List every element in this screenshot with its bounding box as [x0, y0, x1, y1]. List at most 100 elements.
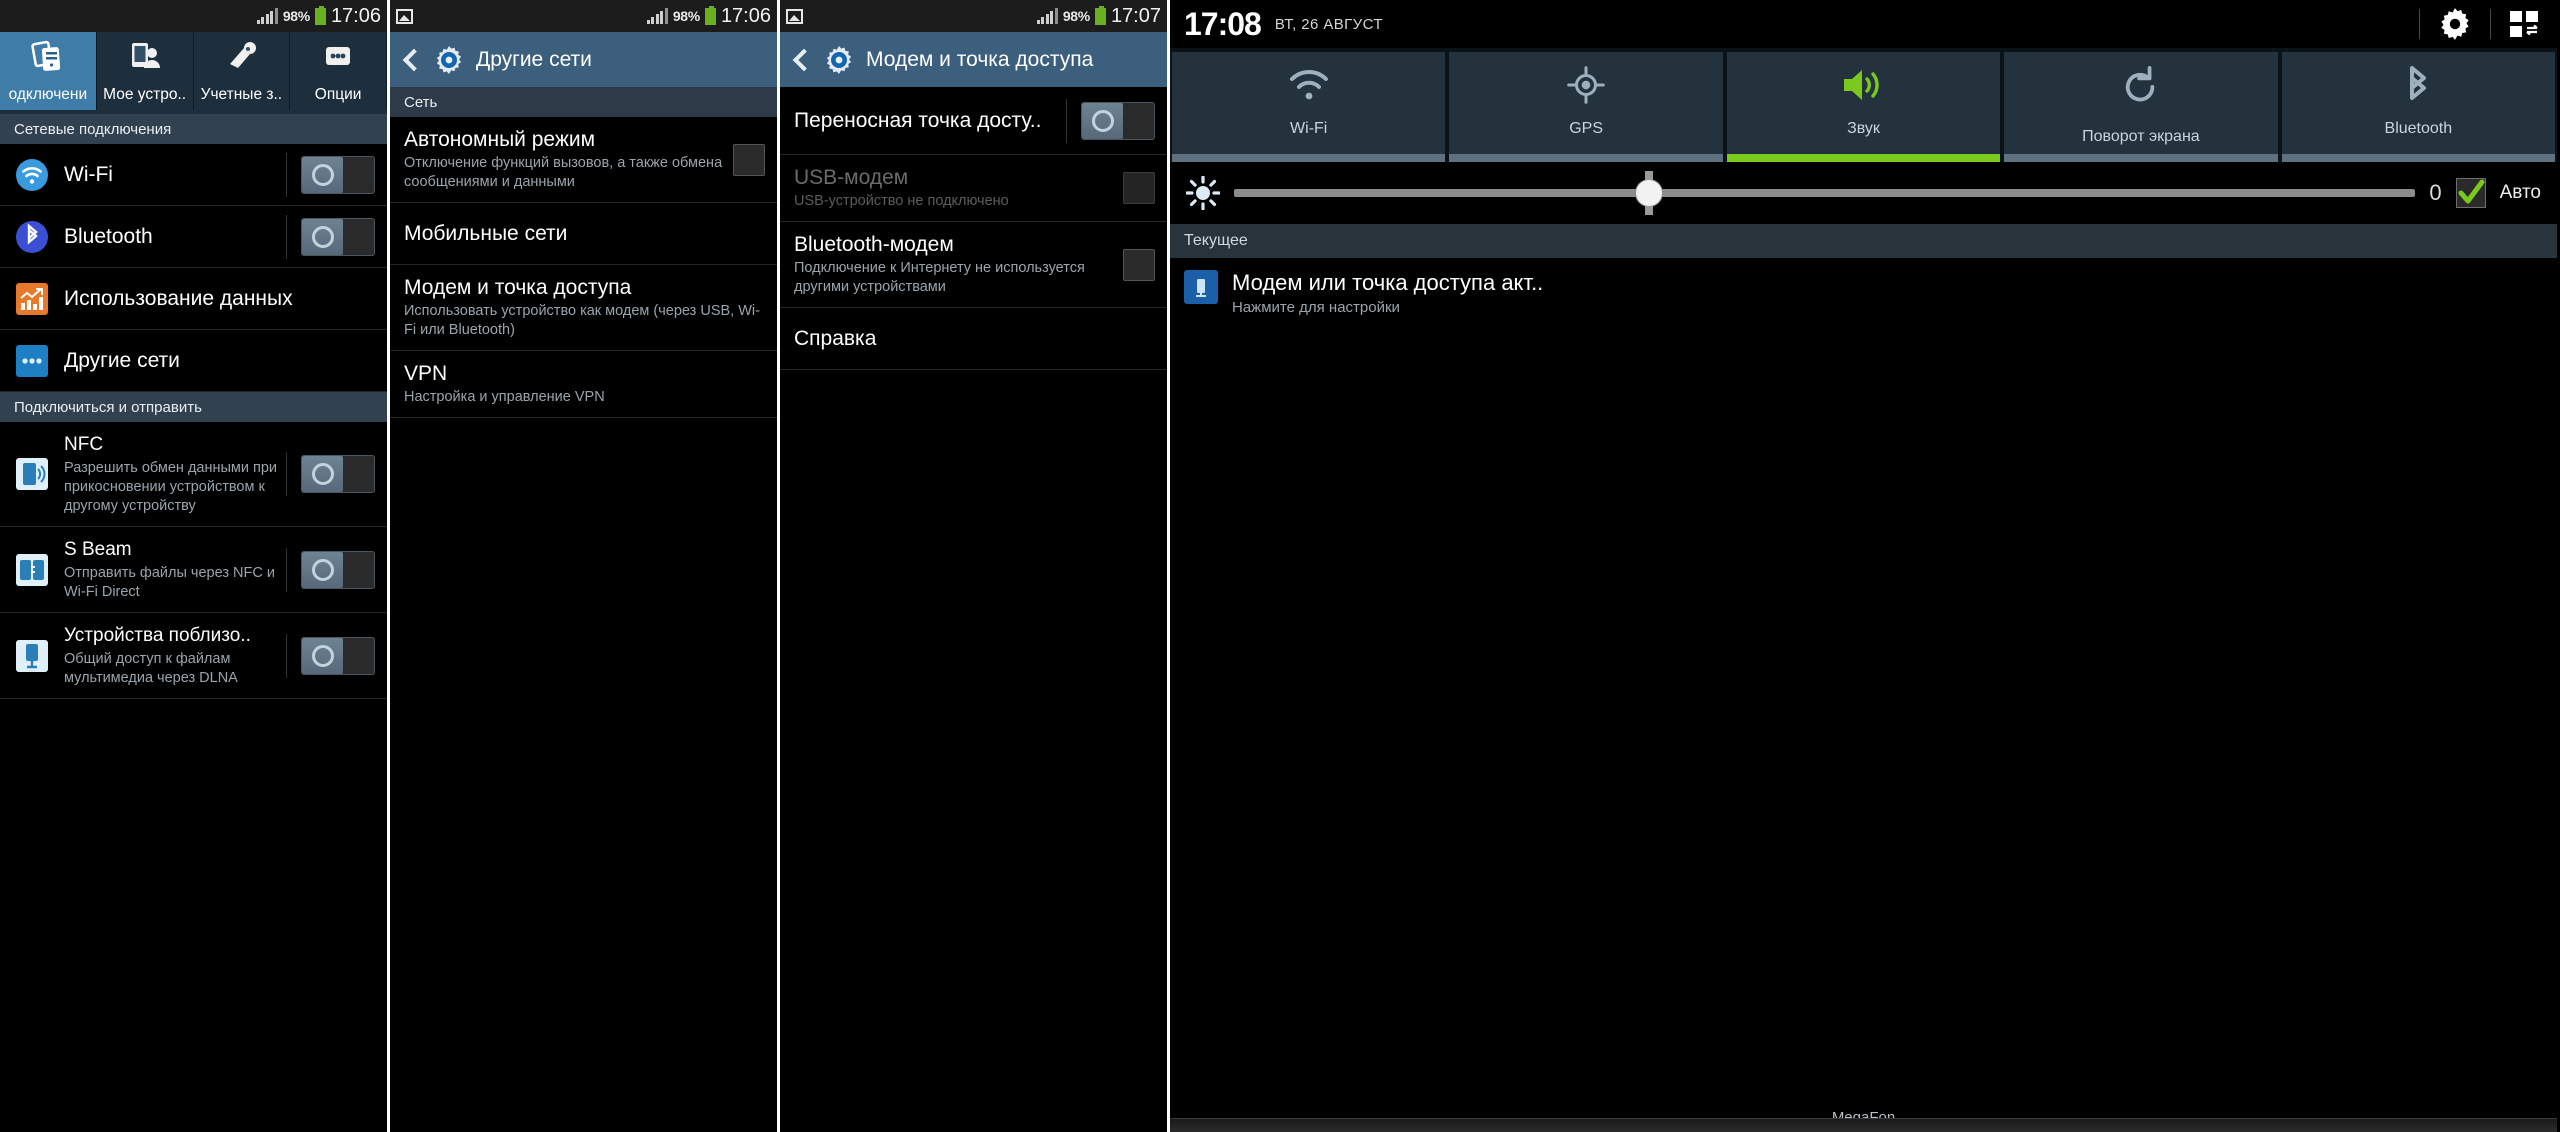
status-bar-2: 98% 17:06	[390, 0, 777, 32]
sbeam-icon	[14, 553, 50, 586]
screenshot-notification-icon	[786, 8, 803, 24]
tab-label: Мое устро..	[103, 86, 187, 103]
gps-icon	[1567, 66, 1605, 104]
row-title: Использование данных	[64, 286, 293, 310]
quick-toggle-bluetooth[interactable]: Bluetooth	[2281, 52, 2556, 162]
nearby-devices-toggle[interactable]	[301, 636, 375, 675]
back-chevron-icon[interactable]	[400, 49, 422, 71]
quick-toggle-rotate-screen[interactable]: Поворот экрана	[2004, 52, 2278, 162]
auto-brightness-checkbox[interactable]	[2455, 178, 2486, 208]
brightness-value: 0	[2429, 180, 2442, 205]
notification-item[interactable]: Модем или точка доступа акт.. Нажмите дл…	[1170, 258, 2557, 332]
row-data-usage[interactable]: Использование данных	[0, 268, 387, 330]
row-title: Мобильные сети	[404, 221, 568, 245]
status-clock: 17:06	[330, 5, 381, 27]
bluetooth-icon	[2410, 66, 2427, 100]
row-subtitle: Общий доступ к файлам мультимедиа через …	[64, 651, 238, 686]
tab-my-device[interactable]: Мое устро..	[97, 32, 194, 110]
tab-accounts[interactable]: Учетные з..	[194, 32, 291, 110]
status-clock: 17:06	[720, 5, 771, 27]
nfc-toggle[interactable]	[301, 455, 375, 493]
row-vpn[interactable]: VPN Настройка и управление VPN	[390, 351, 777, 418]
row-title: Bluetooth	[64, 224, 153, 248]
wifi-icon	[14, 158, 50, 192]
usb-tethering-checkbox	[1123, 172, 1155, 204]
battery-icon	[314, 5, 326, 25]
connections-icon	[31, 38, 65, 74]
row-bluetooth-tethering[interactable]: Bluetooth-модем Подключение к Интернету …	[780, 222, 1167, 308]
more-options-icon	[321, 38, 355, 74]
tab-label: одключени	[8, 86, 88, 103]
quick-toggle-gps[interactable]: GPS	[1449, 52, 1723, 162]
screenshot-notification-icon	[396, 8, 413, 24]
sbeam-toggle[interactable]	[301, 550, 375, 589]
quick-toggle-label: Bluetooth	[2384, 120, 2453, 137]
divider	[286, 214, 287, 259]
row-usb-tethering[interactable]: USB-модем USB-устройство не подключено	[780, 155, 1167, 222]
row-title: Wi-Fi	[64, 162, 113, 186]
row-wifi[interactable]: Wi-Fi	[0, 144, 387, 206]
divider	[2419, 9, 2420, 39]
row-other-networks[interactable]: Другие сети	[0, 330, 387, 392]
quick-toggle-sound[interactable]: Звук	[1726, 52, 2001, 162]
row-subtitle: Подключение к Интернету не используется …	[794, 260, 1085, 295]
row-title: Bluetooth-модем	[794, 233, 954, 256]
tab-connections[interactable]: одключени	[0, 32, 97, 110]
row-subtitle: Настройка и управление VPN	[404, 389, 605, 405]
settings-gear-icon	[824, 45, 854, 75]
brightness-icon	[1186, 176, 1220, 210]
other-networks-icon	[14, 344, 50, 377]
notification-subtitle: Нажмите для настройки	[1232, 299, 1400, 316]
section-header-connect-and-share: Подключиться и отправить	[0, 392, 387, 422]
section-header-current: Текущее	[1170, 224, 2557, 258]
quick-toggle-label: Звук	[1847, 120, 1880, 137]
slider-thumb[interactable]	[1635, 171, 1662, 215]
action-bar-3: Модем и точка доступа	[780, 32, 1167, 87]
divider	[286, 633, 287, 678]
shade-drag-handle[interactable]	[1170, 1118, 2557, 1132]
accounts-icon	[224, 38, 258, 74]
row-subtitle: Отправить файлы через NFC и Wi-Fi Direct	[64, 565, 275, 600]
row-title: Устройства поблизо..	[64, 625, 251, 646]
airplane-mode-checkbox[interactable]	[733, 143, 765, 176]
settings-connections-screen: 98% 17:06 одключени Мое устро.. Учетные …	[0, 0, 390, 1132]
shade-status-bar: 17:08 ВТ, 26 АВГУСТ	[1170, 0, 2557, 48]
other-networks-screen: 98% 17:06 Другие сети Сеть Автономный ре…	[390, 0, 780, 1132]
settings-tab-bar: одключени Мое устро.. Учетные з.. Опции	[0, 32, 387, 110]
quick-settings-grid-icon[interactable]	[2509, 9, 2543, 39]
row-subtitle: USB-устройство не подключено	[794, 193, 1009, 209]
row-tethering-and-hotspot[interactable]: Модем и точка доступа Использовать устро…	[390, 265, 777, 351]
section-header-network: Сеть	[390, 87, 777, 117]
row-subtitle: Отключение функций вызовов, а также обме…	[404, 155, 723, 190]
row-airplane-mode[interactable]: Автономный режим Отключение функций вызо…	[390, 117, 777, 203]
row-nfc[interactable]: NFC Разрешить обмен данными при прикосно…	[0, 422, 387, 527]
battery-icon	[1094, 5, 1106, 25]
gear-icon[interactable]	[2438, 7, 2472, 41]
row-portable-hotspot[interactable]: Переносная точка досту..	[780, 87, 1167, 155]
bluetooth-tethering-checkbox[interactable]	[1123, 248, 1155, 281]
bluetooth-icon	[14, 220, 50, 254]
row-bluetooth[interactable]: Bluetooth	[0, 206, 387, 268]
rotate-screen-icon	[2125, 66, 2155, 102]
row-title: Модем и точка доступа	[404, 276, 632, 299]
page-title: Модем и точка доступа	[866, 47, 1094, 71]
sound-icon	[1843, 70, 1879, 100]
quick-toggle-wifi[interactable]: Wi-Fi	[1172, 52, 1446, 162]
tethering-icon	[1184, 270, 1218, 304]
settings-gear-icon	[434, 45, 464, 75]
row-nearby-devices[interactable]: Устройства поблизо.. Общий доступ к файл…	[0, 613, 387, 699]
row-mobile-networks[interactable]: Мобильные сети	[390, 203, 777, 265]
tab-options[interactable]: Опции	[290, 32, 387, 110]
quick-toggle-state-bar	[2004, 154, 2278, 162]
quick-toggle-state-bar	[1172, 154, 1446, 162]
row-help[interactable]: Справка	[780, 308, 1167, 370]
row-s-beam[interactable]: S Beam Отправить файлы через NFC и Wi-Fi…	[0, 527, 387, 613]
signal-strength-icon	[1036, 7, 1058, 24]
bluetooth-toggle[interactable]	[301, 217, 375, 256]
wifi-toggle[interactable]	[301, 155, 375, 194]
notification-shade: 17:08 ВТ, 26 АВГУСТ Wi-Fi GPS Звук Повор…	[1170, 0, 2557, 1132]
quick-toggle-label: Wi-Fi	[1290, 120, 1328, 137]
back-chevron-icon[interactable]	[790, 49, 812, 71]
portable-hotspot-toggle[interactable]	[1081, 101, 1155, 140]
brightness-slider[interactable]	[1234, 171, 2416, 215]
